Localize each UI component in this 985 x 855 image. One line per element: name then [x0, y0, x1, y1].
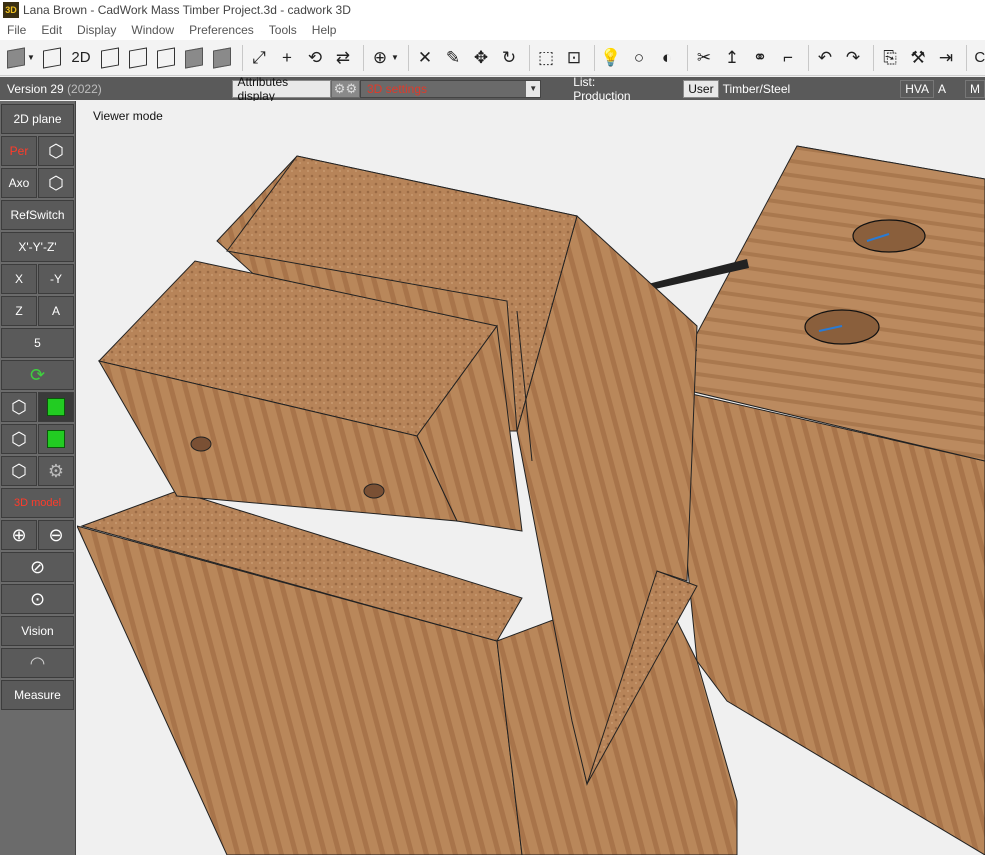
- move-icon[interactable]: ✥: [469, 44, 493, 72]
- clip-button[interactable]: CL: [971, 44, 985, 72]
- cadwork-app-icon: 3D: [3, 2, 19, 18]
- outline-cube-icon[interactable]: ⬡: [1, 424, 37, 454]
- outline-view-icon[interactable]: [154, 44, 178, 72]
- 3d-settings-value: 3D settings: [367, 81, 428, 96]
- left-sidebar: 2D plane Per ⬡ Axo ⬡ RefSwitch X'-Y'-Z' …: [0, 101, 76, 855]
- transparent-cube-icon[interactable]: ⬡: [1, 456, 37, 486]
- cut-icon[interactable]: ✂: [692, 44, 716, 72]
- green-solid-cube-icon[interactable]: [38, 424, 74, 454]
- green-cube-icon[interactable]: [38, 392, 74, 422]
- 3d-viewport[interactable]: Viewer mode: [77, 101, 985, 855]
- binoculars-icon[interactable]: ⚭: [748, 44, 772, 72]
- list-label: List: Production: [573, 74, 631, 103]
- view-a-button[interactable]: A: [38, 296, 74, 326]
- user-button[interactable]: User: [683, 79, 719, 98]
- menu-tools[interactable]: Tools: [262, 23, 305, 37]
- gear-icon[interactable]: ⚙: [38, 456, 74, 486]
- main-toolbar: ▼ 2D ⤢ + ⟲ ⇄ ⊕ ▼ ✕ ✎ ✥ ↻ ⬚ ⊡ 💡 ○ ◐ ✂ ↥ ⚭…: [0, 40, 985, 76]
- delete-icon[interactable]: ✕: [413, 44, 437, 72]
- rotate-icon[interactable]: ⟲: [303, 44, 327, 72]
- refswitch-button[interactable]: RefSwitch: [1, 200, 74, 230]
- orbit-icon[interactable]: ⟳: [1, 360, 74, 390]
- angle-profile-icon[interactable]: ⌐: [776, 44, 800, 72]
- solid-cube-icon[interactable]: [4, 44, 28, 72]
- light-off-icon[interactable]: ○: [627, 44, 651, 72]
- zoom-in-icon[interactable]: ⊕: [1, 520, 37, 550]
- mirror-icon[interactable]: ⇄: [331, 44, 355, 72]
- version-label: Version 29: [7, 81, 64, 96]
- modify-icon[interactable]: ✎: [441, 44, 465, 72]
- light-info-icon[interactable]: ◐: [655, 44, 679, 72]
- axo-button[interactable]: Axo: [1, 168, 37, 198]
- version-info: Version 29 (2022): [0, 82, 232, 96]
- gear-icon[interactable]: ⚙⚙: [330, 79, 360, 98]
- refresh-icon[interactable]: ↻: [497, 44, 521, 72]
- dowel-hole-left: [190, 436, 212, 452]
- wireframe-cube-icon[interactable]: ⬡: [1, 392, 37, 422]
- m-button[interactable]: M: [965, 79, 985, 98]
- axo-cube-icon[interactable]: ⬡: [38, 168, 74, 198]
- chevron-down-icon[interactable]: ▼: [390, 44, 400, 72]
- menu-display[interactable]: Display: [70, 23, 124, 37]
- menu-window[interactable]: Window: [124, 23, 182, 37]
- settings-bar: Version 29 (2022) Attributes display ⚙⚙ …: [0, 74, 985, 103]
- menu-edit[interactable]: Edit: [34, 23, 70, 37]
- menu-preferences[interactable]: Preferences: [182, 23, 262, 37]
- attributes-display-button[interactable]: Attributes display: [232, 75, 331, 103]
- line-tool-icon[interactable]: ⤢: [247, 44, 271, 72]
- select-box-icon[interactable]: ⬚: [534, 44, 558, 72]
- vision-button[interactable]: Vision: [1, 616, 74, 646]
- window-title: Lana Brown - CadWork Mass Timber Project…: [23, 3, 351, 17]
- perspective-cube-icon[interactable]: ⬡: [38, 136, 74, 166]
- view-neg-y-button[interactable]: -Y: [38, 264, 74, 294]
- user-mode-label: Timber/Steel: [722, 81, 791, 96]
- menu-bar: File Edit Display Window Preferences Too…: [0, 20, 985, 40]
- version-year: (2022): [67, 81, 102, 96]
- select-points-icon[interactable]: ⊡: [562, 44, 586, 72]
- view-z-button[interactable]: Z: [1, 296, 37, 326]
- zoom-previous-icon[interactable]: ⊘: [1, 552, 74, 582]
- zoom-all-icon[interactable]: ⊙: [1, 584, 74, 614]
- perspective-button[interactable]: Per: [1, 136, 37, 166]
- axis-arrows-icon[interactable]: ↥: [720, 44, 744, 72]
- hva-button[interactable]: HVA: [900, 79, 934, 98]
- 3d-settings-select[interactable]: 3D settings ▼: [360, 79, 542, 98]
- undo-icon[interactable]: ↶: [813, 44, 837, 72]
- title-bar: 3D Lana Brown - CadWork Mass Timber Proj…: [0, 0, 985, 20]
- a-label[interactable]: A: [938, 82, 946, 96]
- rendered-view-icon[interactable]: [210, 44, 234, 72]
- wireframe-cube-icon[interactable]: [40, 44, 64, 72]
- bolt-hole-upper: [852, 219, 926, 253]
- shaded-view-icon[interactable]: [182, 44, 206, 72]
- add-icon[interactable]: +: [275, 44, 299, 72]
- view-x-button[interactable]: X: [1, 264, 37, 294]
- zoom-out-icon[interactable]: ⊖: [38, 520, 74, 550]
- dowel-hole-right: [363, 483, 385, 499]
- 3d-model-button[interactable]: 3D model: [1, 488, 74, 518]
- hidden-line-view-icon[interactable]: [126, 44, 150, 72]
- menu-help[interactable]: Help: [305, 23, 345, 37]
- view-2d-button[interactable]: 2D: [68, 44, 94, 72]
- measure-button[interactable]: Measure: [1, 680, 74, 710]
- redo-icon[interactable]: ↷: [841, 44, 865, 72]
- chevron-down-icon[interactable]: ▼: [26, 44, 36, 72]
- zoom-window-icon[interactable]: ⊕: [368, 44, 392, 72]
- 2d-plane-button[interactable]: 2D plane: [1, 104, 74, 134]
- chevron-down-icon: ▼: [526, 80, 541, 97]
- view-5-button[interactable]: 5: [1, 328, 74, 358]
- timber-joint-model: [77, 145, 985, 855]
- light-bulb-icon[interactable]: 💡: [599, 44, 623, 72]
- viewer-mode-label: Viewer mode: [93, 109, 163, 123]
- wireframe-view-icon[interactable]: [98, 44, 122, 72]
- menu-file[interactable]: File: [0, 23, 34, 37]
- export-icon[interactable]: ⎘: [878, 44, 902, 72]
- tools-icon[interactable]: ⚒: [906, 44, 930, 72]
- protractor-icon[interactable]: ◠: [1, 648, 74, 678]
- output-icon[interactable]: ⇥: [934, 44, 958, 72]
- xyz-view-button[interactable]: X'-Y'-Z': [1, 232, 74, 262]
